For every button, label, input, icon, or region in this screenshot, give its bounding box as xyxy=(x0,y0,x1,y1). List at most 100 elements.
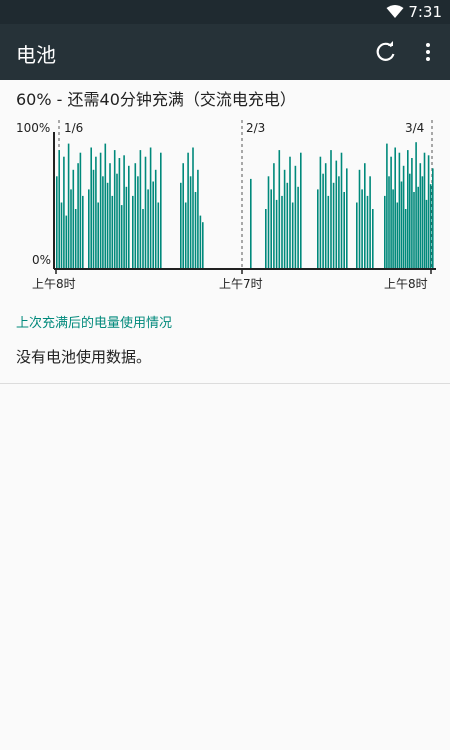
chart-bar xyxy=(125,186,128,268)
chart-bar xyxy=(74,209,77,268)
chart-bar xyxy=(160,152,162,268)
chart-bar xyxy=(400,181,403,268)
chart-bar xyxy=(56,176,58,268)
chart-bar xyxy=(70,189,72,268)
chart-bar xyxy=(429,184,432,268)
chart-bar xyxy=(120,205,123,268)
chart-bar xyxy=(364,163,366,268)
y-label-top: 100% xyxy=(16,121,50,135)
chart-bar xyxy=(144,156,147,268)
chart-bar xyxy=(267,176,270,268)
chart-bar xyxy=(180,182,182,268)
date-label-3: 3/4 xyxy=(405,121,424,135)
chart-bar xyxy=(425,199,428,268)
chart-bar xyxy=(187,152,189,268)
chart-bar xyxy=(192,147,194,268)
chart-bar xyxy=(291,202,294,268)
chart-bar xyxy=(407,150,409,268)
chart-bar xyxy=(366,195,369,268)
chart-bar xyxy=(283,169,286,269)
app-bar: 电池 xyxy=(0,24,450,80)
status-bar: 7:31 xyxy=(0,0,450,24)
chart-bar xyxy=(423,152,426,268)
chart-bar xyxy=(413,192,415,268)
date-label-2: 2/3 xyxy=(246,121,265,135)
chart-bar xyxy=(118,158,121,268)
chart-bar xyxy=(332,182,335,268)
chart-bar xyxy=(63,156,65,268)
chart-bar xyxy=(324,163,327,268)
chart-bar xyxy=(411,158,413,268)
chart-bar xyxy=(134,163,137,268)
status-time: 7:31 xyxy=(408,3,442,21)
chart-bar xyxy=(286,182,289,268)
chart-bar xyxy=(356,202,358,268)
chart-bar xyxy=(372,209,374,268)
chart-bar xyxy=(194,192,197,268)
chart-bar xyxy=(392,189,394,268)
chart-bar xyxy=(132,195,134,268)
chart-bar xyxy=(149,147,152,268)
chart-bar xyxy=(137,176,139,268)
chart-bar xyxy=(388,176,390,268)
battery-history-chart[interactable]: 100% 0% 1/6 2/3 3/4 上午8时 上午7时 上午8时 xyxy=(0,112,450,294)
chart-bar xyxy=(95,156,97,268)
x-label-1: 上午8时 xyxy=(32,277,76,291)
chart-bar xyxy=(386,143,388,268)
chart-bar xyxy=(322,173,324,268)
chart-bar xyxy=(97,202,99,268)
chart-bar xyxy=(294,165,297,268)
y-label-bottom: 0% xyxy=(32,253,51,267)
chart-bar xyxy=(398,152,401,268)
chart-bar xyxy=(113,150,116,268)
chart-bar xyxy=(82,195,84,268)
chart-bar xyxy=(99,152,102,268)
more-vert-icon[interactable] xyxy=(416,40,440,64)
chart-bar xyxy=(77,163,79,268)
no-usage-data-message: 没有电池使用数据。 xyxy=(16,348,152,366)
chart-bar xyxy=(394,147,396,268)
chart-bar xyxy=(102,176,104,268)
chart-bar xyxy=(358,169,361,269)
chart-bar xyxy=(139,150,142,268)
chart-bar xyxy=(123,155,125,268)
chart-bar xyxy=(109,163,111,268)
chart-bar xyxy=(404,209,407,268)
date-label-1: 1/6 xyxy=(64,121,83,135)
chart-bar xyxy=(142,209,144,268)
chart-bar xyxy=(106,182,109,268)
chart-bar xyxy=(335,160,338,268)
refresh-icon[interactable] xyxy=(374,40,398,64)
chart-bar xyxy=(58,150,60,268)
chart-bar xyxy=(297,186,299,268)
page-title: 电池 xyxy=(16,43,56,67)
chart-bar xyxy=(338,176,340,268)
chart-bar xyxy=(152,181,154,268)
chart-bar xyxy=(65,215,68,268)
chart-bar xyxy=(278,150,281,268)
chart-bar xyxy=(72,169,75,269)
divider xyxy=(0,383,450,384)
chart-bar xyxy=(128,165,130,268)
chart-bar xyxy=(199,215,202,268)
chart-bar xyxy=(281,195,283,268)
wifi-icon xyxy=(386,4,404,23)
usage-section-title: 上次充满后的电量使用情况 xyxy=(16,316,173,331)
chart-bar xyxy=(319,156,322,268)
chart-bar xyxy=(182,163,184,268)
chart-bar xyxy=(184,202,187,268)
chart-bar xyxy=(90,147,92,268)
chart-bar xyxy=(197,169,199,269)
charge-summary[interactable]: 60% - 还需40分钟充满（交流电充电） xyxy=(16,86,296,110)
chart-bar xyxy=(275,199,278,268)
chart-bar xyxy=(317,189,319,268)
chart-bar xyxy=(390,156,392,268)
chart-bar xyxy=(300,152,302,268)
x-label-2: 上午7时 xyxy=(219,277,263,291)
chart-bar xyxy=(289,156,291,268)
chart-bar xyxy=(361,189,363,268)
chart-bar xyxy=(111,195,114,268)
x-label-3: 上午8时 xyxy=(384,277,428,291)
chart-bar xyxy=(396,202,399,268)
chart-bar xyxy=(409,173,411,268)
